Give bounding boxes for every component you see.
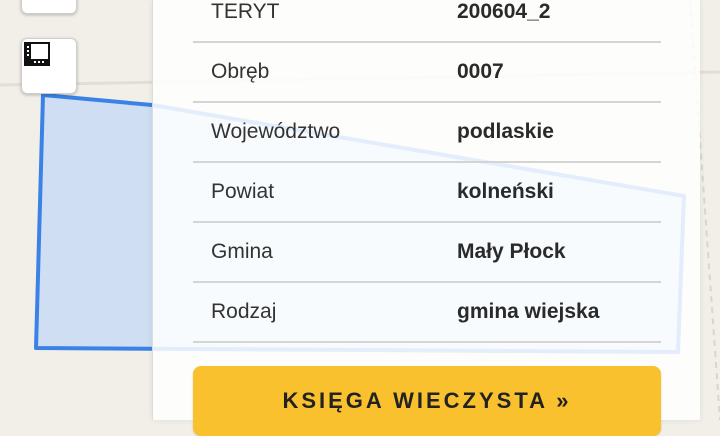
table-row: Gmina Mały Płock [193, 223, 661, 283]
measure-button[interactable] [21, 38, 77, 94]
row-label-teryt: TERYT [211, 0, 280, 23]
land-register-button[interactable]: KSIĘGA WIECZYSTA » [193, 366, 661, 436]
table-row: Rodzaj gmina wiejska [193, 283, 661, 343]
layers-button[interactable] [21, 0, 77, 14]
parcel-info-panel: TERYT 200604_2 Obręb 0007 Województwo po… [152, 0, 700, 436]
row-value-powiat: kolneński [457, 180, 554, 203]
table-row: Powiat kolneński [193, 163, 661, 223]
row-value-teryt: 200604_2 [457, 0, 551, 23]
table-row: TERYT 200604_2 [193, 0, 661, 43]
row-label-powiat: Powiat [211, 180, 275, 203]
row-value-obreb: 0007 [457, 60, 504, 83]
table-row: Obręb 0007 [193, 43, 661, 103]
row-label-rodzaj: Rodzaj [211, 300, 277, 323]
row-value-wojewodztwo: podlaskie [457, 120, 554, 143]
parcel-info-table: TERYT 200604_2 Obręb 0007 Województwo po… [193, 0, 661, 343]
row-label-obreb: Obręb [211, 60, 270, 83]
row-label-gmina: Gmina [211, 240, 273, 263]
row-value-gmina: Mały Płock [457, 240, 566, 263]
row-value-rodzaj: gmina wiejska [457, 300, 600, 323]
table-row: Województwo podlaskie [193, 103, 661, 163]
row-label-wojewodztwo: Województwo [211, 120, 341, 143]
